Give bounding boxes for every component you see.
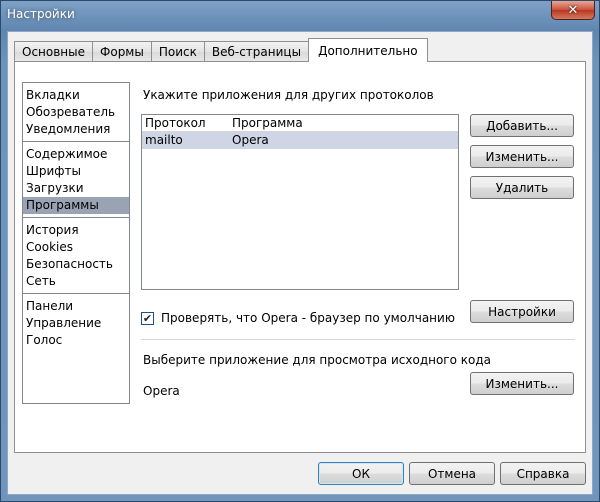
delete-button[interactable]: Удалить (470, 176, 574, 199)
program-cell: Opera (232, 133, 269, 147)
close-icon: ✕ (567, 2, 579, 18)
section-item-content[interactable]: Содержимое (23, 146, 129, 163)
section-item-notifications[interactable]: Уведомления (23, 121, 129, 138)
add-button[interactable]: Добавить... (470, 114, 574, 137)
window-title: Настройки (7, 7, 75, 21)
browser-settings-button[interactable]: Настройки (470, 300, 574, 323)
section-item-voice[interactable]: Голос (23, 332, 129, 349)
cancel-button[interactable]: Отмена (409, 462, 495, 485)
tab-basic[interactable]: Основные (14, 41, 94, 62)
advanced-panel: Вкладки Обозреватель Уведомления Содержи… (14, 61, 586, 453)
ok-button[interactable]: ОК (318, 462, 404, 485)
protocols-section-label: Укажите приложения для других протоколов (143, 88, 434, 102)
section-item-programs[interactable]: Программы (23, 197, 129, 214)
settings-window: Настройки ✕ Основные Формы Поиск Веб-стр… (0, 0, 600, 502)
divider (141, 339, 575, 340)
section-group: Содержимое Шрифты Загрузки Программы (23, 142, 129, 218)
help-button[interactable]: Справка (500, 462, 586, 485)
section-group: История Cookies Безопасность Сеть (23, 218, 129, 294)
list-row[interactable]: mailto Opera (142, 132, 458, 149)
section-item-shortcuts[interactable]: Управление (23, 315, 129, 332)
section-item-history[interactable]: История (23, 222, 129, 239)
tab-advanced[interactable]: Дополнительно (308, 38, 428, 62)
list-header: Протокол Программа (142, 115, 458, 132)
section-item-toolbars[interactable]: Панели (23, 298, 129, 315)
section-list[interactable]: Вкладки Обозреватель Уведомления Содержи… (22, 82, 130, 404)
section-item-downloads[interactable]: Загрузки (23, 180, 129, 197)
protocol-cell: mailto (145, 133, 183, 147)
edit-source-viewer-button[interactable]: Изменить... (470, 372, 574, 395)
section-item-fonts[interactable]: Шрифты (23, 163, 129, 180)
close-button[interactable]: ✕ (551, 1, 595, 20)
source-viewer-section-label: Выберите приложение для просмотра исходн… (143, 353, 491, 367)
edit-protocol-button[interactable]: Изменить... (470, 145, 574, 168)
section-item-network[interactable]: Сеть (23, 273, 129, 290)
source-viewer-app: Opera (143, 384, 180, 398)
tab-webpages[interactable]: Веб-страницы (203, 41, 310, 62)
column-header-protocol[interactable]: Протокол (142, 115, 232, 131)
check-mark-icon: ✔ (142, 311, 153, 325)
protocols-list[interactable]: Протокол Программа mailto Opera (141, 114, 459, 290)
section-item-security[interactable]: Безопасность (23, 256, 129, 273)
section-item-cookies[interactable]: Cookies (23, 239, 129, 256)
tab-forms[interactable]: Формы (92, 41, 152, 62)
tab-search[interactable]: Поиск (150, 41, 205, 62)
section-item-browser[interactable]: Обозреватель (23, 104, 129, 121)
section-group: Панели Управление Голос (23, 294, 129, 352)
title-bar[interactable]: Настройки ✕ (1, 1, 599, 29)
dialog-client: Основные Формы Поиск Веб-страницы Дополн… (7, 31, 593, 495)
default-browser-label[interactable]: Проверять, что Opera - браузер по умолча… (161, 311, 455, 325)
default-browser-checkbox[interactable]: ✔ (141, 311, 154, 325)
column-header-program[interactable]: Программа (232, 115, 458, 131)
section-item-tabs[interactable]: Вкладки (23, 87, 129, 104)
tab-strip: Основные Формы Поиск Веб-страницы Дополн… (14, 38, 428, 62)
section-group: Вкладки Обозреватель Уведомления (23, 83, 129, 142)
default-browser-check-row[interactable]: ✔ Проверять, что Opera - браузер по умол… (141, 311, 455, 325)
